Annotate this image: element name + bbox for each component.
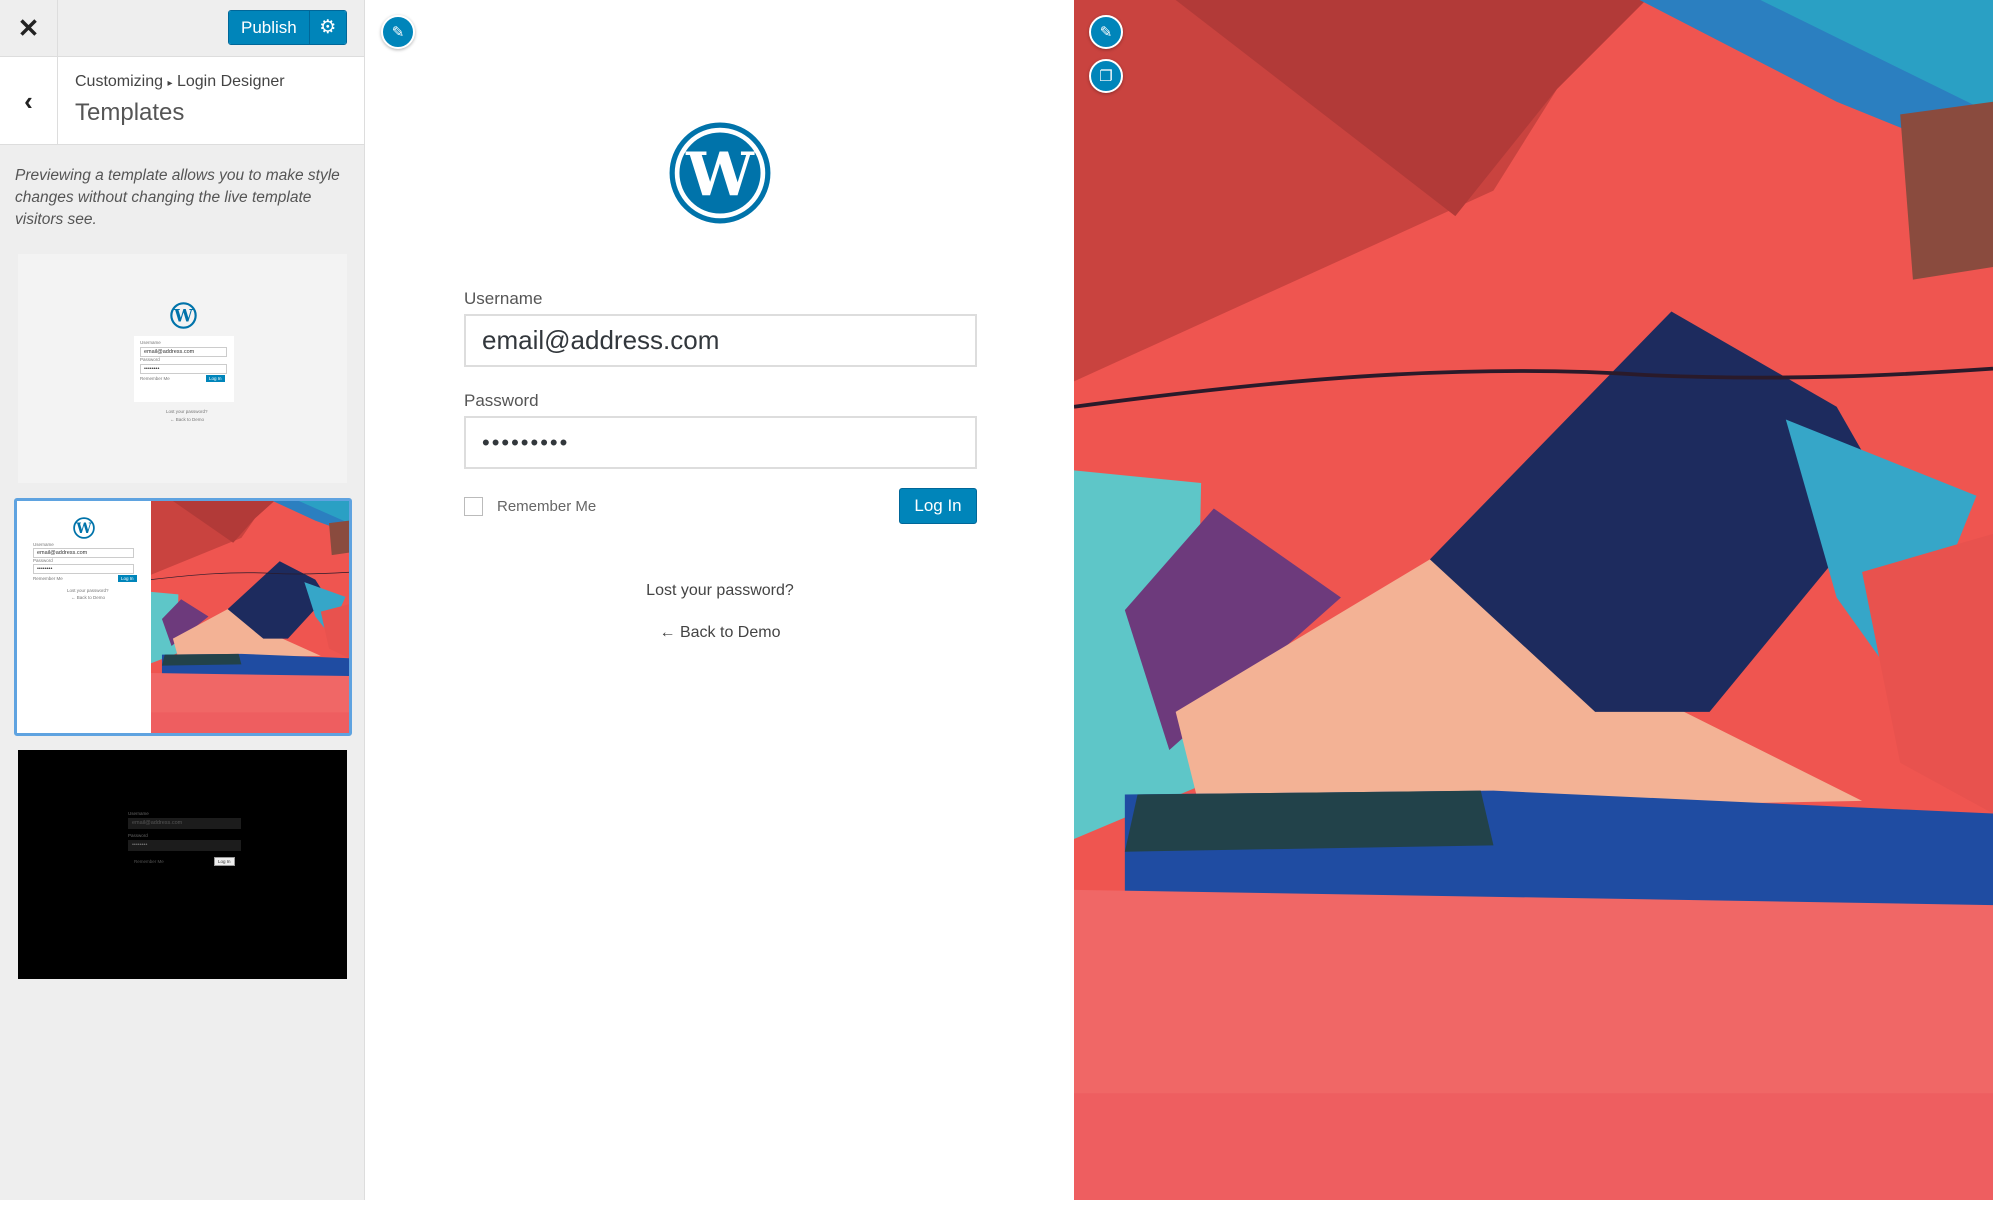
section-description: Previewing a template allows you to make… [15,167,340,228]
username-field: email@address.com [128,818,241,829]
lost-password-link[interactable]: Lost your password? [366,582,1074,600]
pencil-icon: ✎ [1099,24,1113,41]
password-label: Password [140,357,160,362]
template-split-image[interactable]: W Username email@address.com Password ••… [14,498,352,736]
username-field: email@address.com [140,347,227,357]
remember-me-checkbox[interactable] [464,497,483,516]
edit-logo-button[interactable]: ✎ [381,15,415,49]
username-input[interactable]: email@address.com [464,314,977,367]
login-button: Log In [206,375,225,382]
password-label: Password [33,558,53,563]
username-label: Username [128,811,149,816]
password-label: Password [128,833,148,838]
copy-icon: ❐ [1099,68,1113,85]
breadcrumb-root: Customizing [75,73,164,90]
gear-icon: ⚙ [319,17,337,38]
password-field: •••••••• [128,840,241,851]
back-link: ← Back to Demo [71,595,106,600]
breadcrumb-section: Login Designer [176,73,285,90]
customizer-topbar: ✕ Publish ⚙ [0,0,364,57]
username-label: Username [140,340,161,345]
lost-password-link: Lost your password? [166,409,208,414]
pencil-icon: ✎ [391,24,405,41]
remember-label: Remember Me [134,859,164,864]
close-button[interactable]: ✕ [0,0,58,57]
remember-me[interactable]: Remember Me [464,497,596,516]
background-image [1074,0,1993,1200]
publish-button[interactable]: Publish [229,11,309,44]
login-button[interactable]: Log In [899,488,977,524]
back-button[interactable]: ‹ [0,57,58,145]
login-preview: ✎ W Username email@address.com Password … [366,0,1074,1200]
password-input[interactable]: ••••••••• [464,416,977,469]
login-card: Username email@address.com Password ••••… [134,336,234,402]
publish-settings-button[interactable]: ⚙ [308,11,346,44]
username-label: Username [33,542,54,547]
close-icon: ✕ [17,13,40,43]
template-default[interactable]: W Username email@address.com Password ••… [18,254,347,483]
password-field: •••••••• [33,564,134,574]
username-label: Username [464,289,543,308]
login-background-image: ✎ ❐ [1074,0,1993,1200]
customizer-sidebar: ✕ Publish ⚙ ‹ Customizing ▸ Login Design… [0,0,365,1200]
login-button: Log In [118,575,137,582]
password-field: •••••••• [140,364,227,374]
publish-button-group: Publish ⚙ [228,10,347,45]
login-button: Log In [214,857,235,866]
template-dark[interactable]: Username email@address.com Password ••••… [18,750,347,979]
change-template-button[interactable]: ❐ [1089,59,1123,93]
svg-text:W: W [75,521,92,537]
back-link: ← Back to Demo [170,417,205,422]
breadcrumb-separator: ▸ [167,78,173,89]
remember-me-label: Remember Me [497,498,597,515]
lost-password-link: Lost your password? [67,588,109,593]
svg-text:W: W [173,305,193,325]
wordpress-logo-icon: W [669,122,771,224]
svg-text:W: W [685,139,755,210]
breadcrumb: Customizing ▸ Login Designer [75,73,285,91]
section-header: ‹ Customizing ▸ Login Designer Templates [0,57,364,145]
background-image [151,501,349,733]
wordpress-logo-icon: W [170,302,197,329]
back-to-demo-link[interactable]: ← Back to Demo [366,624,1074,642]
remember-label: Remember Me [140,376,170,381]
chevron-left-icon: ‹ [24,85,33,116]
password-label: Password [464,391,539,410]
page-title: Templates [75,99,185,126]
remember-label: Remember Me [33,576,63,581]
edit-background-button[interactable]: ✎ [1089,15,1123,49]
username-field: email@address.com [33,548,134,558]
wordpress-logo-icon: W [73,517,95,539]
